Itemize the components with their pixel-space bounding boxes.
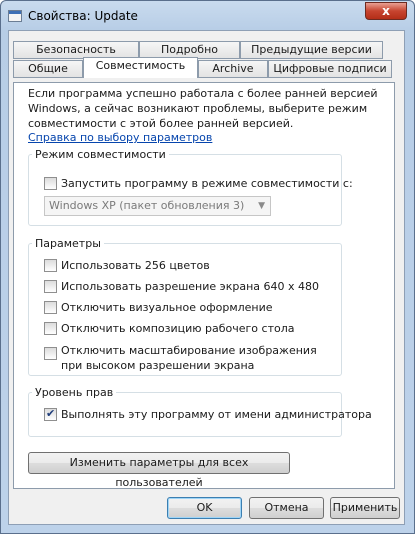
cancel-button[interactable]: Отмена (249, 497, 324, 519)
resolution-640-checkbox[interactable] (44, 280, 57, 293)
change-settings-all-users-button[interactable]: Изменить параметры для всех пользователе… (28, 452, 290, 489)
close-button[interactable]: x (365, 2, 407, 20)
disable-visual-themes-checkbox[interactable] (44, 301, 57, 314)
compat-mode-checkbox[interactable] (44, 177, 57, 190)
disable-desktop-composition-checkbox[interactable] (44, 322, 57, 335)
help-link[interactable]: Справка по выбору параметров (28, 131, 212, 144)
params-group-title: Параметры (32, 237, 104, 250)
tab-archive[interactable]: Archive (198, 60, 268, 78)
window-icon (8, 10, 22, 22)
tab-compatibility[interactable]: Совместимость (83, 57, 198, 78)
disable-dpi-scaling-checkbox[interactable] (44, 347, 57, 360)
run-as-admin-label: Выполнять эту программу от имени админис… (61, 408, 372, 421)
tab-digital-signatures[interactable]: Цифровые подписи (268, 60, 392, 78)
resolution-640-label: Использовать разрешение экрана 640 x 480 (61, 280, 319, 293)
disable-visual-themes-label: Отключить визуальное оформление (61, 301, 273, 314)
ok-button[interactable]: OK (167, 497, 242, 519)
run-as-admin-checkbox[interactable] (44, 407, 57, 421)
dropdown-selected-value: Windows XP (пакет обновления 3) (49, 199, 245, 212)
window-title: Свойства: Update (28, 9, 138, 23)
privilege-group-title: Уровень прав (32, 386, 117, 399)
compat-mode-checkbox-label: Запустить программу в режиме совместимос… (61, 177, 353, 190)
tab-general[interactable]: Общие (13, 60, 83, 78)
disable-desktop-composition-label: Отключить композицию рабочего стола (61, 322, 295, 335)
title-bar[interactable]: Свойства: Update x (1, 1, 414, 31)
intro-text: Если программа успешно работала с более … (28, 87, 378, 130)
windows-version-dropdown[interactable]: Windows XP (пакет обновления 3) ▼ (44, 196, 271, 216)
chevron-down-icon: ▼ (258, 201, 265, 211)
apply-button[interactable]: Применить (330, 497, 400, 519)
use-256-colors-checkbox[interactable] (44, 259, 57, 272)
use-256-colors-label: Использовать 256 цветов (61, 259, 210, 272)
tab-previous-versions[interactable]: Предыдущие версии (240, 41, 383, 59)
compat-mode-group-title: Режим совместимости (32, 148, 169, 161)
disable-dpi-scaling-label: Отключить масштабирование изображения пр… (61, 344, 317, 372)
